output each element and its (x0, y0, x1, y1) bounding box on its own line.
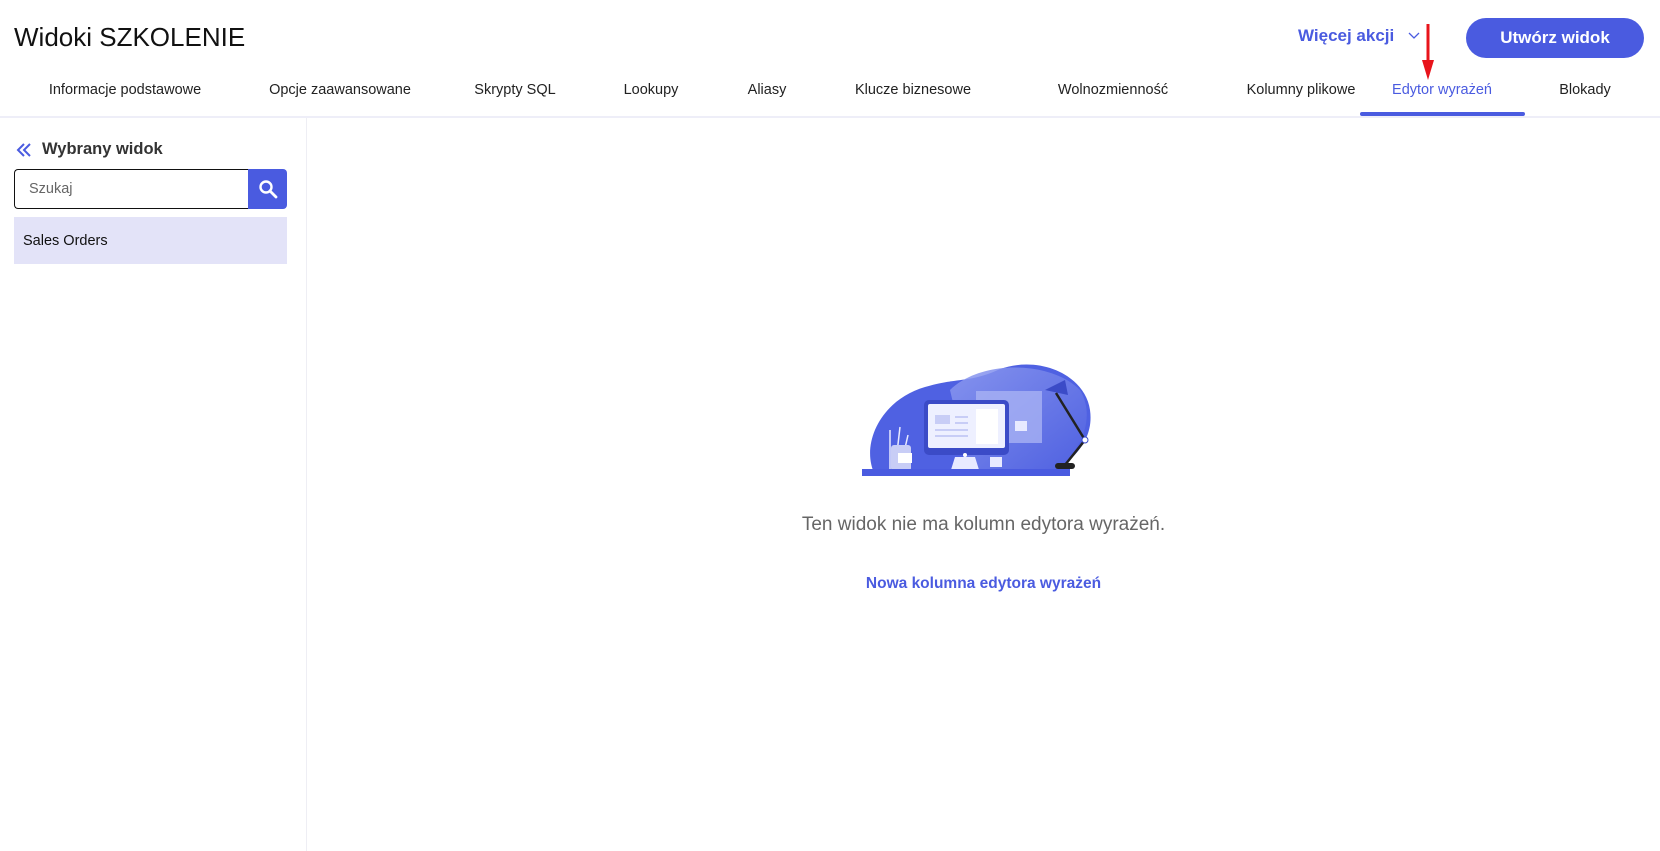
list-item[interactable]: Sales Orders (14, 217, 287, 264)
tab-edytor-wyrazen[interactable]: Edytor wyrażeń (1392, 82, 1492, 98)
chevron-down-icon (1408, 32, 1420, 39)
sidebar: Wybrany widok Sales Orders (0, 118, 307, 851)
tab-informacje-podstawowe[interactable]: Informacje podstawowe (49, 82, 201, 98)
tab-blokady[interactable]: Blokady (1559, 82, 1611, 98)
list-item-label: Sales Orders (23, 232, 108, 249)
annotation-arrow-icon (1422, 24, 1434, 80)
tab-wolnozmiennosc[interactable]: Wolnozmienność (1058, 82, 1168, 98)
sidebar-heading: Wybrany widok (42, 140, 163, 158)
more-actions-label: Więcej akcji (1298, 26, 1395, 45)
more-actions-dropdown[interactable]: Więcej akcji (1298, 26, 1420, 46)
sidebar-header: Wybrany widok (16, 140, 163, 159)
active-tab-indicator (1360, 112, 1525, 116)
tab-aliasy[interactable]: Aliasy (748, 82, 787, 98)
new-expression-column-link-row: Nowa kolumna edytora wyrażeń (307, 575, 1660, 593)
tab-opcje-zaawansowane[interactable]: Opcje zaawansowane (269, 82, 411, 98)
create-view-button[interactable]: Utwórz widok (1466, 18, 1644, 58)
search-button[interactable] (248, 169, 287, 209)
tab-lookupy[interactable]: Lookupy (624, 82, 679, 98)
search-input[interactable] (14, 169, 248, 209)
tab-klucze-biznesowe[interactable]: Klucze biznesowe (855, 82, 971, 98)
empty-state-message: Ten widok nie ma kolumn edytora wyrażeń. (801, 514, 1166, 535)
tab-skrypty-sql[interactable]: Skrypty SQL (474, 82, 555, 98)
empty-state-illustration (862, 364, 1091, 476)
page-title: Widoki SZKOLENIE (14, 22, 246, 52)
tab-kolumny-plikowe[interactable]: Kolumny plikowe (1247, 82, 1356, 98)
search-icon (258, 180, 277, 199)
new-expression-column-link[interactable]: Nowa kolumna edytora wyrażeń (866, 575, 1101, 592)
collapse-double-chevron-icon[interactable] (16, 142, 32, 157)
